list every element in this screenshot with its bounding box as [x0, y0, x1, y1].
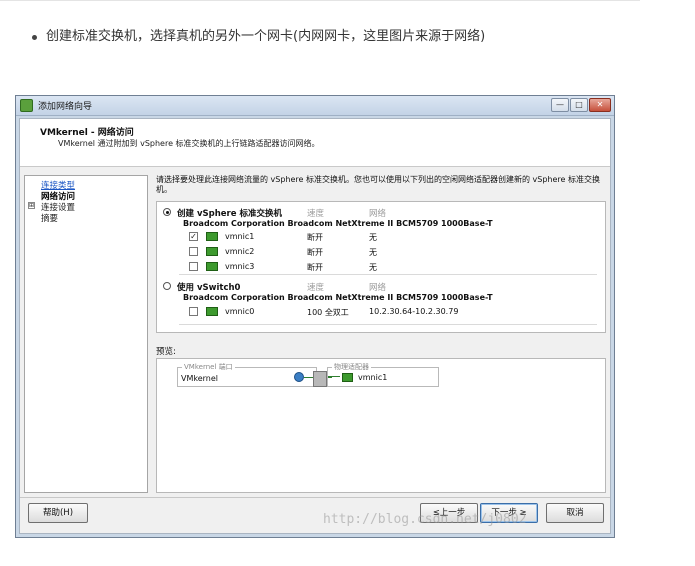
- close-button[interactable]: ✕: [589, 98, 611, 112]
- wizard-client-area: VMkernel - 网络访问 VMkernel 通过附加到 vSphere 标…: [19, 118, 611, 534]
- speed-column-header: 速度: [307, 209, 325, 219]
- switch-selection-panel: 创建 vSphere 标准交换机 速度 网络 Broadcom Corporat…: [156, 201, 606, 333]
- adapter-name: Broadcom Corporation Broadcom NetXtreme …: [183, 293, 493, 302]
- preview-panel: VMkernel 端口 VMkernel 物理适配器 vmnic1: [156, 358, 606, 493]
- vmkernel-port-name: VMkernel: [181, 374, 219, 383]
- radio-use-vswitch0-label[interactable]: 使用 vSwitch0: [177, 281, 240, 293]
- top-divider: [0, 0, 640, 1]
- nic-name: vmnic1: [225, 232, 255, 241]
- expand-icon[interactable]: ⊞: [28, 202, 35, 209]
- wizard-content: 请选择要处理此连接网络流量的 vSphere 标准交换机。您也可以使用以下列出的…: [156, 175, 606, 493]
- instruction-text: 请选择要处理此连接网络流量的 vSphere 标准交换机。您也可以使用以下列出的…: [156, 175, 601, 194]
- preview-nic-name: vmnic1: [358, 373, 388, 382]
- nic-row[interactable]: vmnic2 断开 无: [189, 246, 449, 258]
- window-title: 添加网络向导: [38, 102, 93, 112]
- nic-network: 无: [369, 233, 377, 242]
- wizard-step-nav: 连接类型 网络访问 ⊞ 连接设置 摘要: [24, 175, 148, 493]
- nav-item-summary: 摘要: [41, 214, 59, 224]
- network-column-header: 网络: [369, 209, 387, 219]
- vmkernel-port-group: VMkernel 端口 VMkernel: [177, 362, 332, 387]
- adapter-name: Broadcom Corporation Broadcom NetXtreme …: [183, 219, 493, 228]
- section-divider: [179, 324, 597, 325]
- page-subtitle: VMkernel 通过附加到 vSphere 标准交换机的上行链路适配器访问网络…: [58, 139, 320, 148]
- network-adapter-icon: [342, 373, 353, 382]
- nic-network: 无: [369, 248, 377, 257]
- nic-checkbox[interactable]: [189, 247, 198, 256]
- wizard-app-icon: [20, 99, 33, 112]
- maximize-button[interactable]: □: [570, 98, 588, 112]
- page-title: VMkernel - 网络访问: [40, 128, 134, 138]
- network-adapter-icon: [206, 262, 218, 271]
- nic-speed: 断开: [307, 233, 323, 242]
- nic-speed: 断开: [307, 263, 323, 272]
- nic-checkbox[interactable]: [189, 262, 198, 271]
- physical-adapter-group: 物理适配器 vmnic1: [327, 362, 439, 387]
- vswitch-icon: [313, 371, 327, 387]
- adapter-legend: 物理适配器: [332, 362, 371, 372]
- nic-network: 10.2.30.64-10.2.30.79: [369, 307, 459, 316]
- article-bullet-text: 创建标准交换机，选择真机的另外一个网卡(内网网卡，这里图片来源于网络): [46, 29, 486, 44]
- footer-divider: [20, 497, 610, 498]
- network-adapter-icon: [206, 232, 218, 241]
- vmkernel-port-icon: [294, 372, 304, 382]
- connector-line: [328, 376, 340, 377]
- window-titlebar[interactable]: 添加网络向导 — □ ✕: [16, 96, 614, 116]
- wizard-header: VMkernel - 网络访问 VMkernel 通过附加到 vSphere 标…: [20, 119, 610, 167]
- nic-row[interactable]: vmnic0 100 全双工 10.2.30.64-10.2.30.79: [189, 306, 549, 318]
- nic-name: vmnic3: [225, 262, 255, 271]
- nic-speed: 100 全双工: [307, 308, 349, 317]
- network-adapter-icon: [206, 247, 218, 256]
- help-button[interactable]: 帮助(H): [28, 503, 88, 523]
- nic-network: 无: [369, 263, 377, 272]
- radio-create-vswitch[interactable]: [163, 208, 171, 216]
- network-column-header: 网络: [369, 283, 387, 293]
- section-divider: [179, 274, 597, 275]
- nic-checkbox[interactable]: [189, 307, 198, 316]
- radio-use-vswitch0[interactable]: [163, 282, 171, 290]
- nic-checkbox[interactable]: ✓: [189, 232, 198, 241]
- nic-speed: 断开: [307, 248, 323, 257]
- network-adapter-icon: [206, 307, 218, 316]
- preview-label: 预览:: [156, 347, 176, 357]
- nic-row[interactable]: vmnic3 断开 无: [189, 261, 449, 273]
- nic-row[interactable]: ✓ vmnic1 断开 无: [189, 231, 449, 243]
- watermark-text: http://blog.csdn.net/j0802: [323, 512, 527, 527]
- cancel-button[interactable]: 取消: [546, 503, 604, 523]
- bullet-marker: [32, 35, 37, 40]
- add-network-wizard-window: 添加网络向导 — □ ✕ VMkernel - 网络访问 VMkernel 通过…: [15, 95, 615, 538]
- nic-name: vmnic2: [225, 247, 255, 256]
- radio-create-vswitch-label[interactable]: 创建 vSphere 标准交换机: [177, 207, 282, 219]
- minimize-button[interactable]: —: [551, 98, 569, 112]
- port-group-legend: VMkernel 端口: [182, 362, 235, 372]
- nic-name: vmnic0: [225, 307, 255, 316]
- speed-column-header: 速度: [307, 283, 325, 293]
